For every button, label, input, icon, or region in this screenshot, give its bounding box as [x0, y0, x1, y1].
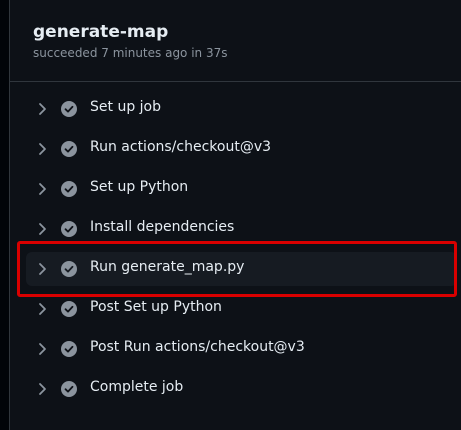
chevron-right-icon[interactable] — [37, 102, 47, 116]
chevron-right-icon[interactable] — [37, 342, 47, 356]
check-circle-icon — [61, 381, 77, 397]
chevron-right-icon[interactable] — [37, 142, 47, 156]
steps-list: Set up job Run actions/checkout@v3 Set u… — [10, 89, 461, 409]
step-post-set-up-python[interactable]: Post Set up Python — [10, 289, 461, 329]
step-install-dependencies[interactable]: Install dependencies — [10, 209, 461, 249]
check-circle-icon — [61, 181, 77, 197]
step-run-generate-map[interactable]: Run generate_map.py — [10, 249, 461, 289]
check-circle-icon — [61, 141, 77, 157]
step-label: Run generate_map.py — [90, 259, 245, 275]
chevron-right-icon[interactable] — [37, 302, 47, 316]
job-status: succeeded 7 minutes ago in 37s — [33, 46, 228, 60]
chevron-right-icon[interactable] — [37, 262, 47, 276]
chevron-right-icon[interactable] — [37, 182, 47, 196]
step-set-up-job[interactable]: Set up job — [10, 89, 461, 129]
step-label: Post Run actions/checkout@v3 — [90, 339, 305, 355]
step-set-up-python[interactable]: Set up Python — [10, 169, 461, 209]
check-circle-icon — [61, 261, 77, 277]
step-label: Complete job — [90, 379, 184, 395]
check-circle-icon — [61, 221, 77, 237]
step-label: Set up job — [90, 99, 161, 115]
check-circle-icon — [61, 301, 77, 317]
step-label: Install dependencies — [90, 219, 235, 235]
chevron-right-icon[interactable] — [37, 222, 47, 236]
step-post-run-checkout[interactable]: Post Run actions/checkout@v3 — [10, 329, 461, 369]
step-label: Set up Python — [90, 179, 189, 195]
step-label: Post Set up Python — [90, 299, 222, 315]
chevron-right-icon[interactable] — [37, 382, 47, 396]
step-complete-job[interactable]: Complete job — [10, 369, 461, 409]
job-panel: generate-map succeeded 7 minutes ago in … — [9, 0, 461, 430]
job-title: generate-map — [33, 22, 169, 42]
step-run-checkout[interactable]: Run actions/checkout@v3 — [10, 129, 461, 169]
step-label: Run actions/checkout@v3 — [90, 139, 272, 155]
check-circle-icon — [61, 101, 77, 117]
job-header: generate-map succeeded 7 minutes ago in … — [10, 0, 461, 82]
check-circle-icon — [61, 341, 77, 357]
